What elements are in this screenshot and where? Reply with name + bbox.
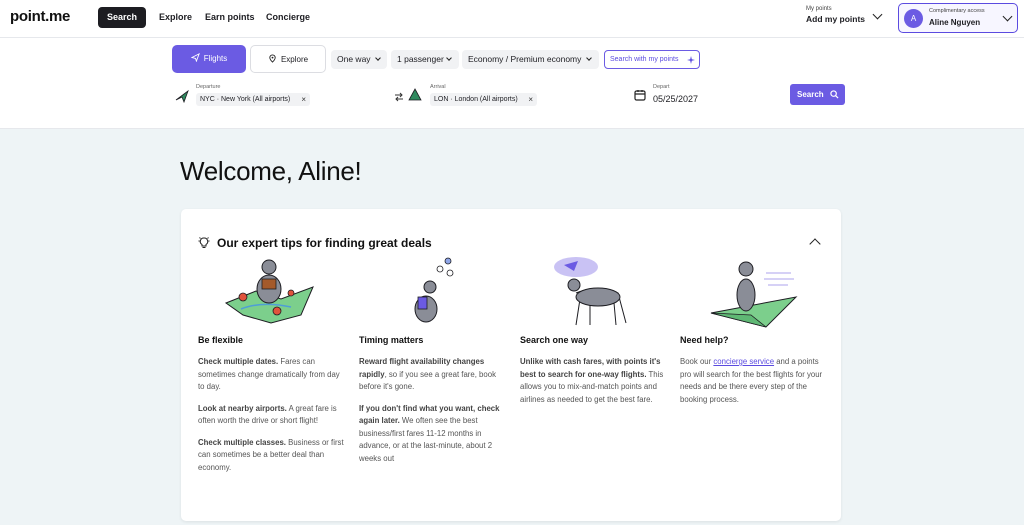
- depart-label: Depart: [653, 84, 670, 90]
- add-my-points-label: Add my points: [806, 14, 866, 24]
- calendar-icon[interactable]: [634, 89, 646, 101]
- search-button-label: Search: [797, 90, 824, 99]
- welcome-heading: Welcome, Aline!: [180, 156, 362, 186]
- dog-cloud-illustration: [554, 257, 627, 326]
- tip-paragraph: Book our concierge service and a points …: [680, 357, 823, 404]
- tab-flights[interactable]: Flights: [172, 45, 246, 73]
- chevron-up-icon[interactable]: [809, 238, 821, 250]
- nav-search[interactable]: Search: [98, 7, 147, 28]
- paper-plane-dog-illustration: [710, 261, 798, 328]
- sparkle-icon: [687, 56, 695, 64]
- user-account-menu[interactable]: A Complimentary access Aline Nguyen: [898, 3, 1018, 33]
- chevron-down-icon: [446, 55, 452, 61]
- location-pin-icon: [269, 54, 276, 63]
- tip-heading: Search one way: [520, 335, 589, 345]
- tip-paragraph: Reward flight availability changes rapid…: [359, 357, 496, 391]
- departure-label: Departure: [196, 84, 221, 90]
- user-name: Aline Nguyen: [929, 18, 981, 27]
- tip-heading: Be flexible: [198, 335, 244, 345]
- concierge-service-link[interactable]: concierge service: [713, 357, 774, 366]
- tip-paragraph: If you don't find what you want, check a…: [359, 403, 500, 463]
- remove-departure-icon[interactable]: ×: [301, 93, 306, 106]
- search-with-my-points-label: Search with my points: [610, 56, 679, 63]
- passengers-value: 1 passenger: [397, 54, 444, 64]
- paper-plane-icon: [190, 52, 200, 63]
- juggling-dog-illustration: [414, 257, 454, 323]
- tip-paragraph: Check multiple dates. Fares can sometime…: [198, 357, 340, 391]
- passengers-select[interactable]: 1 passenger: [391, 50, 459, 69]
- departure-plane-icon: [175, 89, 189, 103]
- search-icon: [830, 90, 839, 99]
- arrival-chip[interactable]: LON · London (All airports) ×: [430, 93, 537, 106]
- departure-value: NYC · New York (All airports): [200, 96, 291, 103]
- nav-explore[interactable]: Explore: [150, 7, 201, 28]
- remove-arrival-icon[interactable]: ×: [528, 93, 533, 106]
- tab-flights-label: Flights: [203, 54, 228, 63]
- tab-explore-label: Explore: [280, 55, 309, 64]
- cabin-class-value: Economy / Premium economy: [468, 54, 582, 64]
- expert-tips-card: Our expert tips for finding great deals: [181, 209, 841, 521]
- tip-be-flexible: Be flexible Check multiple dates. Fares …: [198, 335, 344, 483]
- arrival-value: LON · London (All airports): [434, 96, 518, 103]
- arrival-plane-icon: [408, 88, 422, 101]
- depart-date-field[interactable]: 05/25/2027: [653, 94, 698, 104]
- chevron-down-icon: [1002, 11, 1013, 22]
- my-points-menu[interactable]: My points Add my points: [806, 6, 865, 24]
- chevron-down-icon: [586, 55, 592, 61]
- tip-search-one-way: Search one way Unlike with cash fares, w…: [520, 335, 666, 415]
- tip-paragraph: Look at nearby airports. A great fare is…: [198, 403, 337, 426]
- swap-icon[interactable]: [394, 92, 404, 102]
- trip-type-select[interactable]: One way: [331, 50, 387, 69]
- chevron-down-icon[interactable]: [872, 9, 883, 20]
- tip-timing-matters: Timing matters Reward flight availabilit…: [359, 335, 505, 474]
- point-me-logo[interactable]: point.me: [10, 8, 70, 25]
- chevron-down-icon: [375, 55, 381, 61]
- search-button[interactable]: Search: [790, 84, 845, 105]
- search-with-my-points-button[interactable]: Search with my points: [604, 50, 700, 69]
- nav-concierge[interactable]: Concierge: [257, 7, 319, 28]
- avatar: A: [904, 9, 923, 28]
- departure-chip[interactable]: NYC · New York (All airports) ×: [196, 93, 310, 106]
- nav-earn-points[interactable]: Earn points: [196, 7, 264, 28]
- access-level: Complimentary access: [929, 8, 985, 14]
- cabin-class-select[interactable]: Economy / Premium economy: [462, 50, 599, 69]
- tip-heading: Timing matters: [359, 335, 424, 345]
- map-dog-illustration: [224, 259, 314, 324]
- lightbulb-icon: [198, 237, 210, 248]
- tip-paragraph: Check multiple classes. Business or firs…: [198, 437, 344, 472]
- tip-need-help: Need help? Book our concierge service an…: [680, 335, 826, 415]
- tip-heading: Need help?: [680, 335, 729, 345]
- tips-title: Our expert tips for finding great deals: [217, 236, 432, 250]
- trip-type-value: One way: [337, 54, 371, 64]
- tip-paragraph: Unlike with cash fares, with points it's…: [520, 357, 664, 404]
- my-points-label: My points: [806, 6, 832, 12]
- top-bar: point.me Search Explore Earn points Conc…: [0, 0, 1024, 38]
- tab-explore[interactable]: Explore: [250, 45, 326, 73]
- flight-search-panel: Flights Explore One way 1 passenger Econ…: [0, 38, 1024, 129]
- arrival-label: Arrival: [430, 84, 446, 90]
